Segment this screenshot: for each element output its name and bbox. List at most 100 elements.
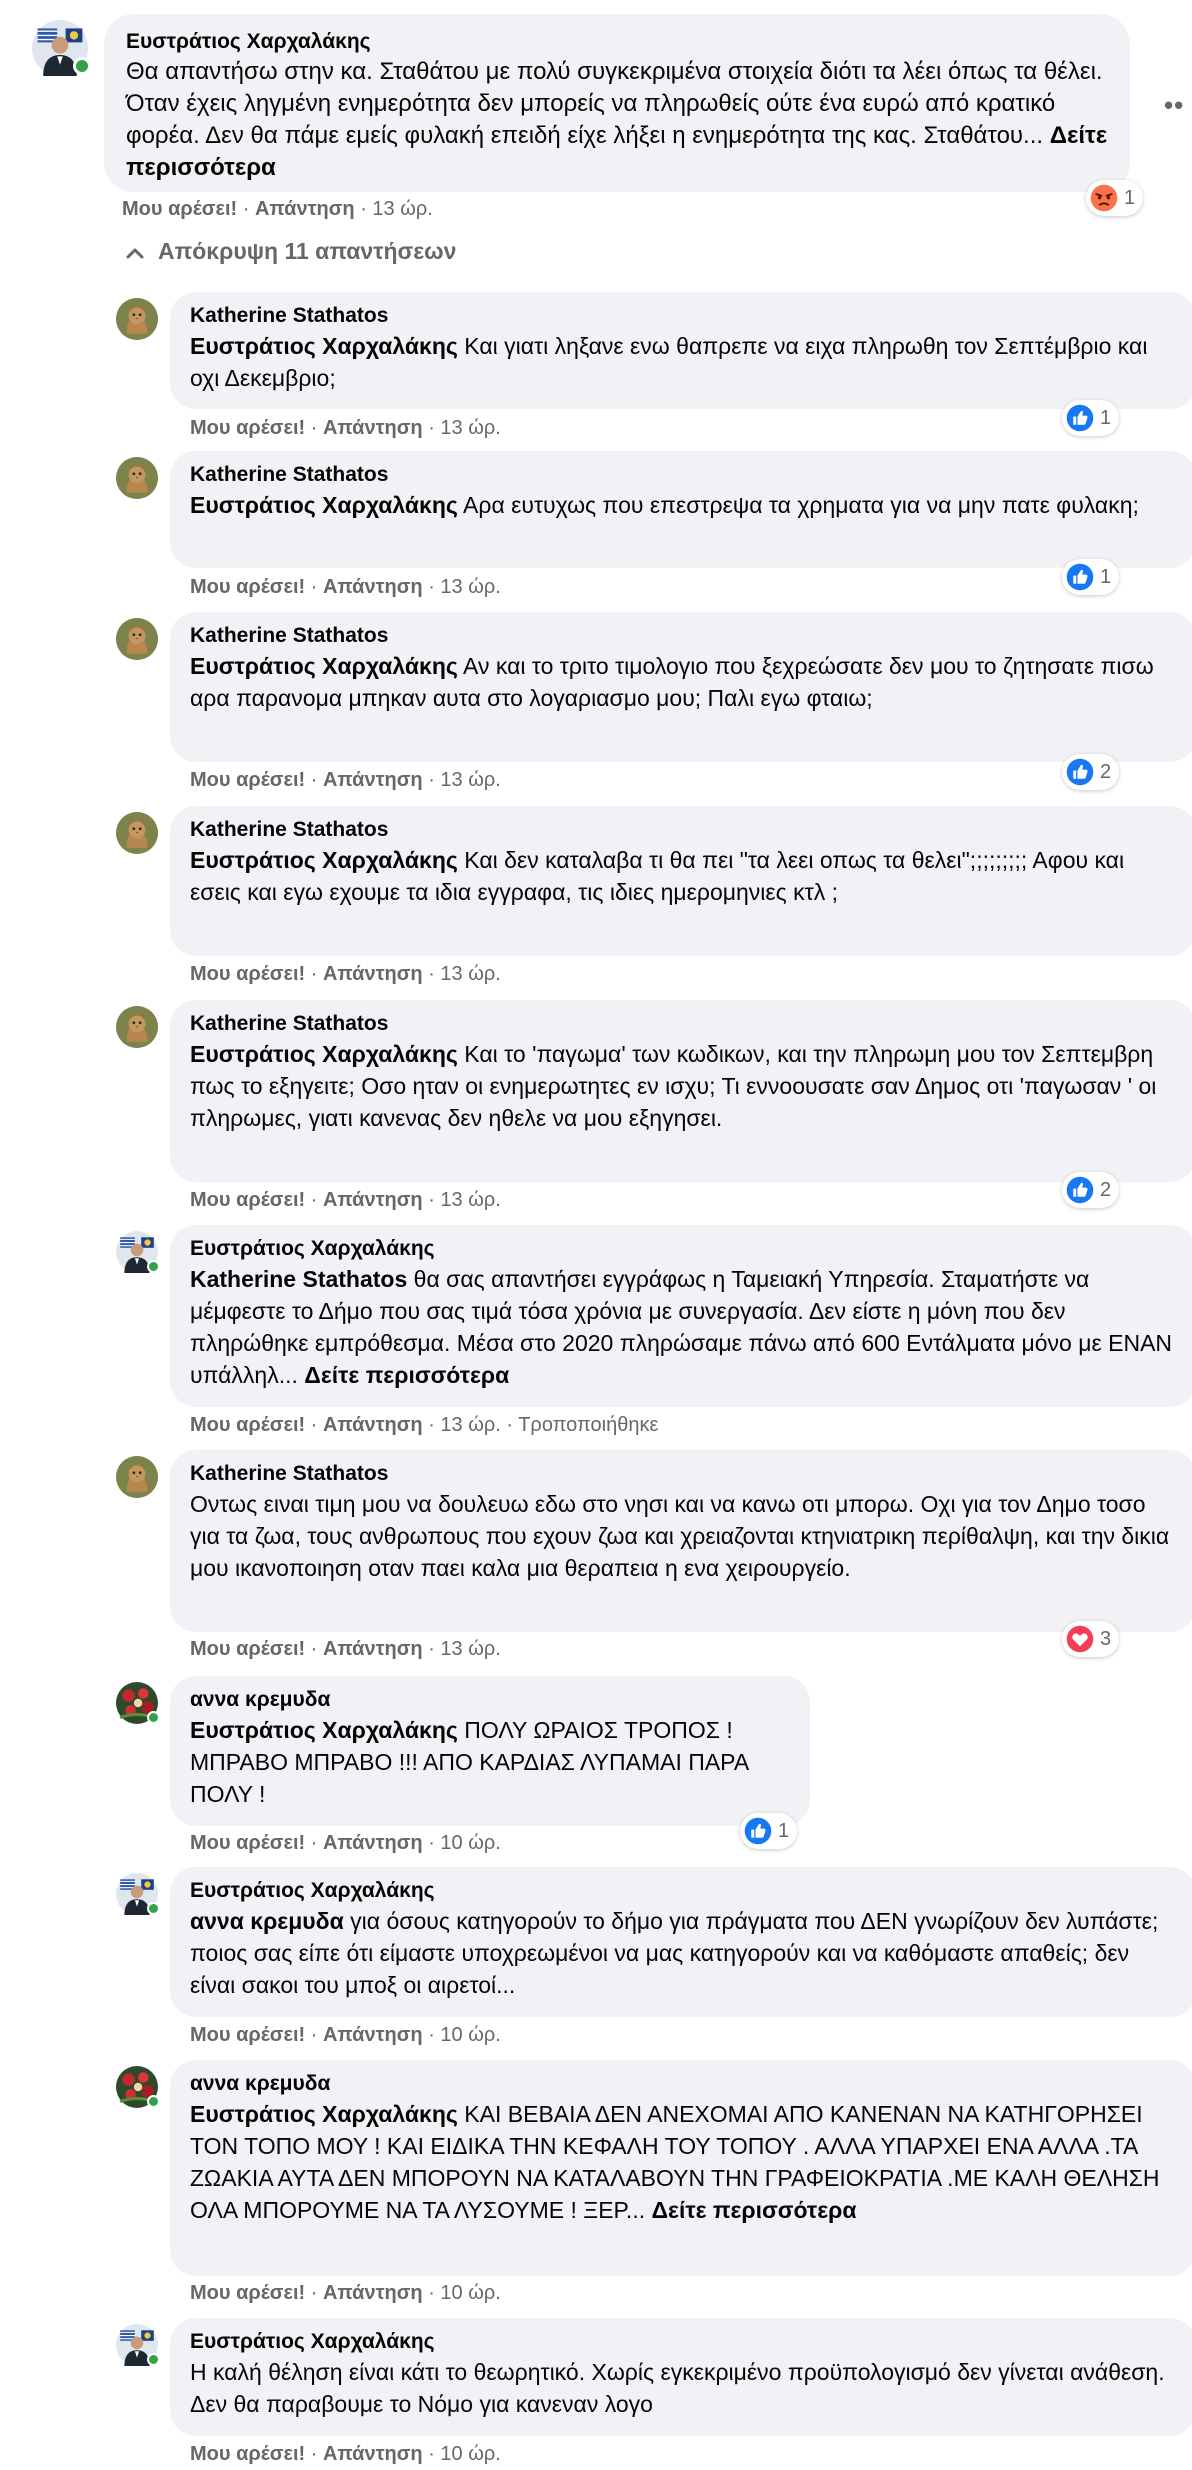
reply-button[interactable]: Απάντηση [323, 576, 423, 598]
more-options-icon[interactable]: •• [1164, 90, 1184, 121]
like-button[interactable]: Μου αρέσει! [190, 576, 305, 598]
comment-actions: Μου αρέσει! · Απάντηση · 10 ώρ. [190, 2023, 501, 2047]
reaction-summary[interactable]: 2 [1062, 754, 1120, 790]
comment-bubble: Ευστράτιος Χαρχαλάκης Katherine Stathatos… [170, 1225, 1192, 1407]
comment-timestamp[interactable]: 13 ώρ. [440, 576, 500, 598]
reply-button[interactable]: Απάντηση [255, 198, 355, 220]
reply-button[interactable]: Απάντηση [323, 2024, 423, 2046]
comment-bubble: αννα κρεμυδα Ευστράτιος Χαρχαλάκης ΠΟΛΥ Ω… [170, 1676, 810, 1826]
like-button[interactable]: Μου αρέσει! [190, 2443, 305, 2465]
comment-timestamp[interactable]: 10 ώρ. [440, 2282, 500, 2304]
separator: · [428, 2282, 435, 2304]
mention-link[interactable]: Ευστράτιος Χαρχαλάκης [190, 847, 458, 873]
comment-timestamp[interactable]: 13 ώρ. [440, 1638, 500, 1660]
like-reaction-icon [1066, 758, 1100, 786]
comment-author[interactable]: Katherine Stathatos [190, 1010, 1176, 1038]
reply-button[interactable]: Απάντηση [323, 769, 423, 791]
mention-link[interactable]: Ευστράτιος Χαρχαλάκης [190, 653, 458, 679]
comment-author[interactable]: Ευστράτιος Χαρχαλάκης [126, 28, 1108, 56]
comment-author[interactable]: αννα κρεμυδα [190, 1686, 790, 1714]
mention-link[interactable]: Ευστράτιος Χαρχαλάκης [190, 492, 458, 518]
author-avatar[interactable] [116, 457, 158, 499]
comment-timestamp[interactable]: 13 ώρ. [440, 769, 500, 791]
comment-timestamp[interactable]: 13 ώρ. [440, 417, 500, 439]
see-more-link[interactable]: Δείτε περισσότερα [652, 2197, 857, 2223]
comment-actions: Μου αρέσει! · Απάντηση · 13 ώρ. · Τροποπ… [190, 1413, 658, 1437]
comment-actions: Μου αρέσει! · Απάντηση · 10 ώρ. [190, 1831, 501, 1855]
like-reaction-icon [1066, 1176, 1100, 1204]
mention-link[interactable]: Ευστράτιος Χαρχαλάκης [190, 2101, 458, 2127]
reaction-summary[interactable]: 1 [740, 1813, 798, 1849]
comment-author[interactable]: Ευστράτιος Χαρχαλάκης [190, 1877, 1176, 1905]
comment-timestamp[interactable]: 13 ώρ. [372, 198, 432, 220]
reply-button[interactable]: Απάντηση [323, 1414, 423, 1436]
reaction-summary[interactable]: 3 [1062, 1621, 1120, 1657]
online-status-dot [73, 57, 91, 75]
reaction-summary[interactable]: 1 [1062, 400, 1120, 436]
comment-author[interactable]: Katherine Stathatos [190, 461, 1176, 489]
author-avatar[interactable] [116, 812, 158, 854]
comment-actions: Μου αρέσει! · Απάντηση · 13 ώρ. [190, 768, 501, 792]
separator: · [428, 1189, 435, 1211]
like-button[interactable]: Μου αρέσει! [190, 2282, 305, 2304]
comment-timestamp[interactable]: 10 ώρ. [440, 2024, 500, 2046]
like-button[interactable]: Μου αρέσει! [190, 1832, 305, 1854]
author-avatar[interactable] [116, 298, 158, 340]
mention-link[interactable]: Ευστράτιος Χαρχαλάκης [190, 333, 458, 359]
like-button[interactable]: Μου αρέσει! [190, 963, 305, 985]
like-button[interactable]: Μου αρέσει! [190, 1414, 305, 1436]
comment-timestamp[interactable]: 10 ώρ. [440, 2443, 500, 2465]
reaction-summary[interactable]: 1 [1086, 180, 1144, 216]
edited-label[interactable]: Τροποποιήθηκε [518, 1414, 658, 1436]
separator: · [428, 1638, 435, 1660]
comment-body: Θα απαντήσω στην κα. Σταθάτου με πολύ συ… [126, 58, 1103, 149]
comment-timestamp[interactable]: 10 ώρ. [440, 1832, 500, 1854]
like-button[interactable]: Μου αρέσει! [190, 1189, 305, 1211]
comment-actions: Μου αρέσει! · Απάντηση · 13 ώρ. [190, 575, 501, 599]
reaction-summary[interactable]: 2 [1062, 1172, 1120, 1208]
author-avatar[interactable] [116, 618, 158, 660]
love-reaction-icon [1066, 1625, 1100, 1653]
comment-timestamp[interactable]: 13 ώρ. [440, 1189, 500, 1211]
comment-author[interactable]: Ευστράτιος Χαρχαλάκης [190, 2328, 1176, 2356]
reply-button[interactable]: Απάντηση [323, 1189, 423, 1211]
reply-button[interactable]: Απάντηση [323, 1638, 423, 1660]
like-button[interactable]: Μου αρέσει! [122, 198, 237, 220]
author-avatar[interactable] [116, 1006, 158, 1048]
comment-text: Ευστράτιος Χαρχαλάκης Και δεν καταλαβα τ… [190, 844, 1176, 908]
comment-author[interactable]: Katherine Stathatos [190, 622, 1176, 650]
comment-actions: Μου αρέσει! · Απάντηση · 13 ώρ. [190, 1637, 501, 1661]
see-more-link[interactable]: Δείτε περισσότερα [304, 1362, 509, 1388]
separator: · [310, 963, 318, 985]
mention-link[interactable]: αννα κρεμυδα [190, 1908, 344, 1934]
author-avatar[interactable] [116, 1456, 158, 1498]
separator: · [310, 1414, 318, 1436]
hide-replies-toggle[interactable]: Απόκρυψη 11 απαντήσεων [126, 238, 456, 265]
comment-text: Ευστράτιος Χαρχαλάκης Αν και το τριτο τι… [190, 650, 1176, 714]
reply-button[interactable]: Απάντηση [323, 417, 423, 439]
comment-text: Ευστράτιος Χαρχαλάκης ΠΟΛΥ ΩΡΑΙΟΣ ΤΡΟΠΟΣ… [190, 1714, 790, 1810]
like-button[interactable]: Μου αρέσει! [190, 2024, 305, 2046]
comment-author[interactable]: αννα κρεμυδα [190, 2070, 1176, 2098]
mention-link[interactable]: Katherine Stathatos [190, 1266, 407, 1292]
reply-button[interactable]: Απάντηση [323, 963, 423, 985]
reaction-summary[interactable]: 1 [1062, 559, 1120, 595]
reply-button[interactable]: Απάντηση [323, 1832, 423, 1854]
mention-link[interactable]: Ευστράτιος Χαρχαλάκης [190, 1717, 458, 1743]
mention-link[interactable]: Ευστράτιος Χαρχαλάκης [190, 1041, 458, 1067]
comment-timestamp[interactable]: 13 ώρ. [440, 1414, 500, 1436]
comment-author[interactable]: Katherine Stathatos [190, 302, 1176, 330]
comment-actions: Μου αρέσει! · Απάντηση · 13 ώρ. [190, 416, 501, 440]
like-button[interactable]: Μου αρέσει! [190, 769, 305, 791]
comment-timestamp[interactable]: 13 ώρ. [440, 963, 500, 985]
like-button[interactable]: Μου αρέσει! [190, 1638, 305, 1660]
reply-button[interactable]: Απάντηση [323, 2443, 423, 2465]
online-status-dot [147, 2353, 160, 2366]
comment-actions: Μου αρέσει! · Απάντηση · 13 ώρ. [190, 962, 501, 986]
reply-button[interactable]: Απάντηση [323, 2282, 423, 2304]
comment-author[interactable]: Katherine Stathatos [190, 816, 1176, 844]
comment-author[interactable]: Ευστράτιος Χαρχαλάκης [190, 1235, 1176, 1263]
like-reaction-icon [1066, 404, 1100, 432]
like-button[interactable]: Μου αρέσει! [190, 417, 305, 439]
comment-author[interactable]: Katherine Stathatos [190, 1460, 1176, 1488]
